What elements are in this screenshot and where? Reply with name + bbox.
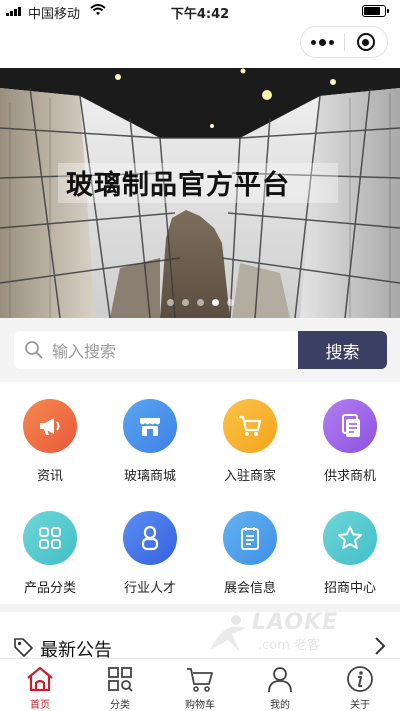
tab-label: 我的 xyxy=(270,700,290,711)
carousel-dot[interactable] xyxy=(181,299,189,306)
category-label: 玻璃商城 xyxy=(123,469,176,484)
tab-label: 购物车 xyxy=(185,700,215,711)
tab-about[interactable]: 关于 xyxy=(320,659,400,711)
watermark-text: LAOKE xyxy=(252,610,339,635)
tag-icon xyxy=(14,638,33,657)
more-dots-icon[interactable] xyxy=(301,27,344,57)
category-label: 入驻商家 xyxy=(223,469,276,484)
category-label: 行业人才 xyxy=(123,581,176,596)
category-item-glass-mall[interactable]: 玻璃商城 xyxy=(100,382,200,492)
tab-label: 分类 xyxy=(110,700,130,711)
tab-label: 首页 xyxy=(30,700,50,711)
store-icon xyxy=(123,399,177,453)
tab-mine[interactable]: 我的 xyxy=(240,659,320,711)
watermark-logo: LAOKE .com 老客 xyxy=(200,610,370,660)
calendar-icon xyxy=(223,511,277,565)
carousel-dot[interactable] xyxy=(211,299,219,306)
category-item-exhibitions[interactable]: 展会信息 xyxy=(200,494,300,604)
person-icon xyxy=(123,511,177,565)
carousel-dot[interactable] xyxy=(196,299,204,306)
category-label: 展会信息 xyxy=(223,581,276,596)
category-item-product-categories[interactable]: 产品分类 xyxy=(0,494,100,604)
carousel-dot[interactable] xyxy=(226,299,234,306)
category-item-investment[interactable]: 招商中心 xyxy=(300,494,400,604)
category-label: 资讯 xyxy=(36,469,63,484)
megaphone-icon xyxy=(23,399,77,453)
carousel-dots xyxy=(0,299,400,306)
miniprogram-capsule xyxy=(300,26,388,58)
category-item-merchants[interactable]: 入驻商家 xyxy=(200,382,300,492)
user-icon xyxy=(268,667,292,693)
search-placeholder: 输入搜索 xyxy=(52,342,117,361)
bottom-tab-bar: 首页 分类 购物车 我的 关于 xyxy=(0,658,400,711)
category-label: 招商中心 xyxy=(323,581,376,596)
cart-icon xyxy=(187,668,213,692)
category-item-news[interactable]: 资讯 xyxy=(0,382,100,492)
tab-category[interactable]: 分类 xyxy=(80,659,160,711)
cart-icon xyxy=(223,399,277,453)
tab-label: 关于 xyxy=(350,700,370,711)
category-icon xyxy=(108,667,133,692)
star-icon xyxy=(323,511,377,565)
document-icon xyxy=(323,399,377,453)
battery-icon xyxy=(362,5,389,17)
carousel-dot[interactable] xyxy=(166,299,174,306)
target-circle-icon[interactable] xyxy=(345,27,387,57)
chevron-right-icon[interactable] xyxy=(374,636,386,656)
tab-cart[interactable]: 购物车 xyxy=(160,659,240,711)
tab-home[interactable]: 首页 xyxy=(0,659,80,711)
banner-title: 玻璃制品官方平台 xyxy=(66,170,290,201)
home-icon xyxy=(27,666,53,692)
category-item-supply-demand[interactable]: 供求商机 xyxy=(300,382,400,492)
category-label: 产品分类 xyxy=(23,581,76,596)
watermark-subtext: .com 老客 xyxy=(258,638,321,653)
banner-carousel[interactable]: 玻璃制品官方平台 xyxy=(0,68,400,318)
search-icon xyxy=(25,341,43,359)
info-icon xyxy=(347,666,373,692)
status-time: 下午4:42 xyxy=(170,7,230,22)
search-input[interactable]: 输入搜索 xyxy=(14,331,298,369)
category-item-talent[interactable]: 行业人才 xyxy=(100,494,200,604)
search-bar: 输入搜索 搜索 xyxy=(0,318,400,382)
category-grid: 资讯 玻璃商城 入驻商家 供求商机 产品分类 行业人才 展会信息 招商中心 xyxy=(0,382,400,604)
banner-title-wrap: 玻璃制品官方平台 xyxy=(0,68,400,318)
grid-icon xyxy=(23,511,77,565)
category-label: 供求商机 xyxy=(323,469,376,484)
status-bar: 中国移动 下午4:42 xyxy=(0,0,400,22)
search-button[interactable]: 搜索 xyxy=(298,331,387,369)
